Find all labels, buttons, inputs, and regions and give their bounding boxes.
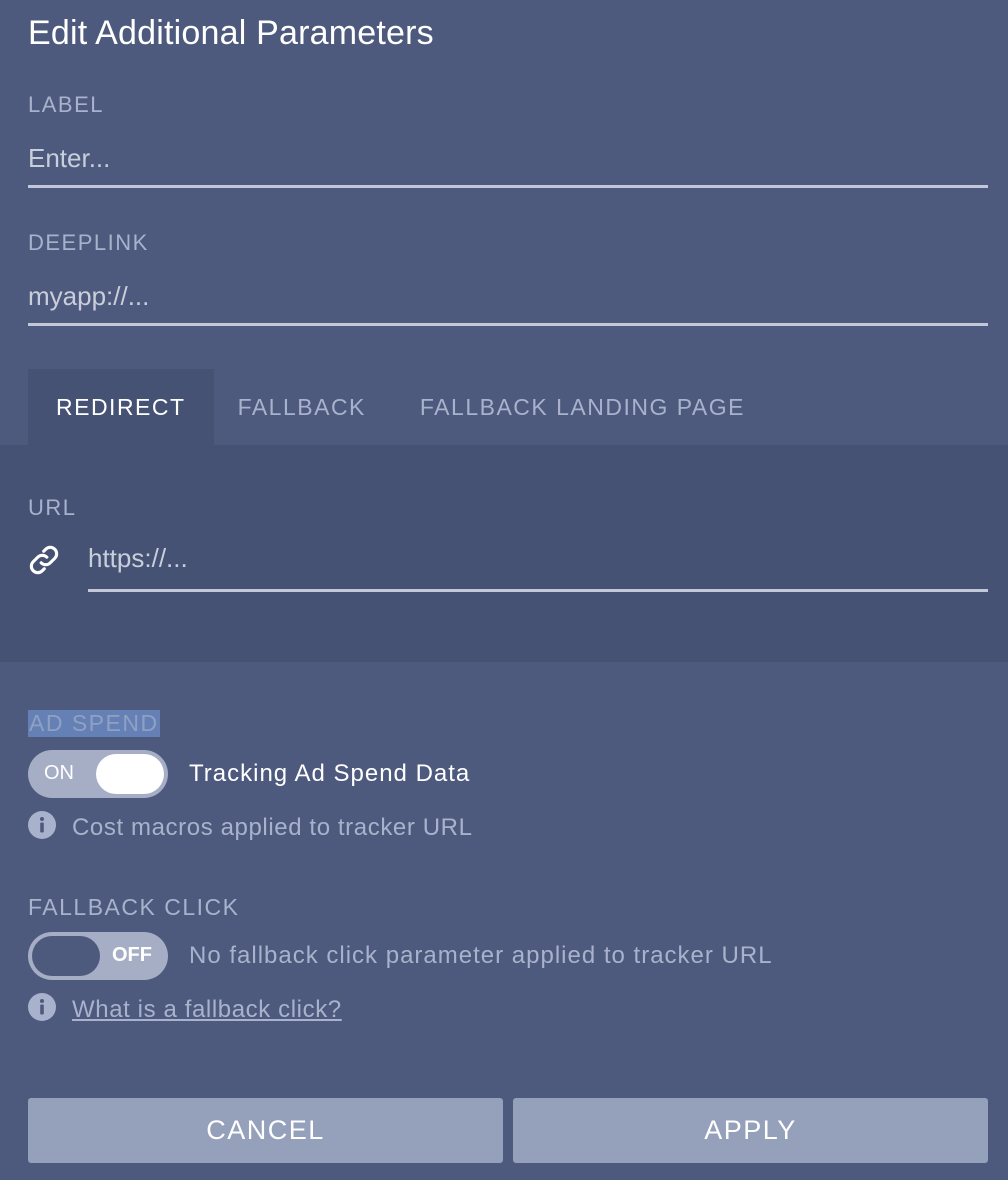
label-input[interactable] (28, 138, 988, 188)
tab-redirect[interactable]: REDIRECT (28, 369, 214, 445)
tab-fallback[interactable]: FALLBACK (214, 369, 392, 445)
ad-spend-description: Tracking Ad Spend Data (189, 760, 471, 787)
fallback-click-label: FALLBACK CLICK (28, 894, 240, 920)
info-icon (28, 811, 56, 839)
url-field-label: URL (28, 495, 77, 520)
info-icon (28, 993, 56, 1021)
tab-bar: REDIRECT FALLBACK FALLBACK LANDING PAGE (28, 369, 773, 445)
fallback-click-toggle[interactable]: OFF (28, 932, 168, 980)
ad-spend-toggle-state: ON (44, 762, 74, 784)
fallback-click-toggle-state: OFF (112, 944, 152, 966)
apply-button[interactable]: APPLY (513, 1098, 988, 1163)
ad-spend-label: AD SPEND (28, 710, 160, 737)
label-field-label: LABEL (28, 92, 104, 117)
fallback-click-description: No fallback click parameter applied to t… (189, 942, 773, 969)
toggle-knob (96, 754, 164, 794)
toggle-knob (32, 936, 100, 976)
deeplink-field-label: DEEPLINK (28, 230, 149, 255)
url-input[interactable] (88, 535, 988, 592)
fallback-click-help-link[interactable]: What is a fallback click? (72, 996, 342, 1024)
cancel-button[interactable]: CANCEL (28, 1098, 503, 1163)
redirect-tab-panel: URL (0, 445, 1008, 662)
deeplink-input[interactable] (28, 276, 988, 326)
dialog-title: Edit Additional Parameters (28, 14, 434, 52)
tab-fallback-landing-page[interactable]: FALLBACK LANDING PAGE (392, 369, 773, 445)
ad-spend-info-text: Cost macros applied to tracker URL (72, 814, 473, 841)
link-icon (29, 545, 59, 575)
ad-spend-toggle[interactable]: ON (28, 750, 168, 798)
